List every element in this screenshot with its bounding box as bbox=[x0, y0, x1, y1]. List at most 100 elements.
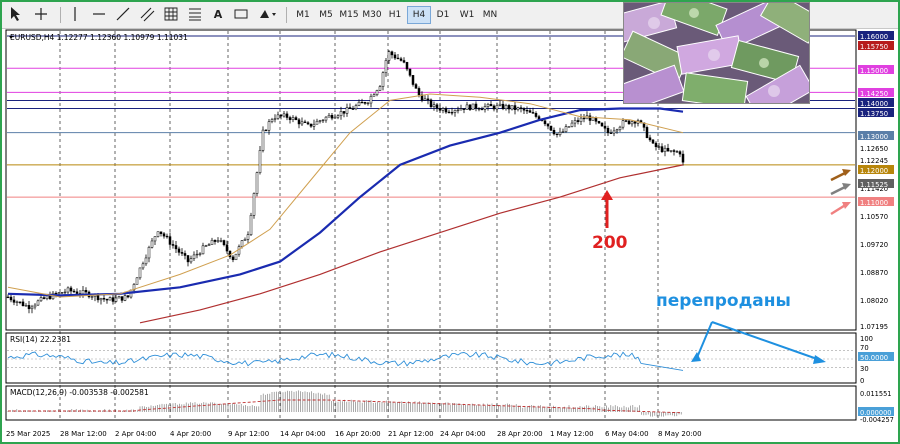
candle-body bbox=[345, 107, 349, 114]
candle-body bbox=[273, 118, 277, 120]
candle-body bbox=[504, 105, 508, 110]
candle-body bbox=[624, 120, 628, 122]
candle-body bbox=[303, 121, 307, 123]
candle-body bbox=[447, 111, 451, 114]
time-axis-label: 1 May 12:00 bbox=[550, 430, 594, 438]
candle-body bbox=[615, 129, 619, 132]
candle-body bbox=[375, 90, 379, 96]
candle-body bbox=[186, 255, 190, 263]
candle-body bbox=[330, 115, 334, 119]
candle-body bbox=[528, 110, 532, 113]
candle-body bbox=[255, 172, 259, 194]
candle-body bbox=[288, 117, 292, 120]
candle-body bbox=[381, 72, 385, 87]
candle-body bbox=[327, 115, 331, 118]
candle-body bbox=[492, 105, 496, 110]
price-axis: 1.16000 1.15750 1.15000 1.14250 1.14000 1.137… bbox=[858, 31, 894, 331]
candle-body bbox=[390, 51, 394, 56]
candle-body bbox=[141, 263, 145, 269]
candle-body bbox=[651, 139, 655, 144]
candle-body bbox=[84, 290, 88, 293]
candle-body bbox=[306, 122, 310, 125]
candle-body bbox=[606, 127, 610, 134]
price-label: 1.08870 bbox=[860, 269, 888, 277]
candle-body bbox=[534, 113, 538, 117]
candle-body bbox=[192, 254, 196, 259]
candle-body bbox=[318, 120, 322, 122]
candle-body bbox=[339, 111, 343, 116]
candle-body bbox=[519, 107, 523, 109]
candle-body bbox=[666, 147, 670, 152]
rsi-level-label: 0 bbox=[860, 377, 864, 385]
candle-body bbox=[462, 108, 466, 110]
rsi-level-label: 30 bbox=[860, 365, 869, 373]
candle-body bbox=[207, 244, 211, 246]
candle-body bbox=[396, 57, 400, 60]
price-label: 1.14000 bbox=[860, 100, 888, 108]
time-axis-label: 28 Mar 12:00 bbox=[60, 430, 107, 438]
candle-body bbox=[456, 109, 460, 112]
candle-body bbox=[363, 102, 367, 104]
candle-body bbox=[324, 116, 328, 121]
time-axis-label: 24 Apr 04:00 bbox=[440, 430, 486, 438]
candle-body bbox=[168, 236, 172, 245]
time-axis-label: 25 Mar 2025 bbox=[6, 430, 50, 438]
candle-body bbox=[282, 113, 286, 117]
candle-body bbox=[30, 306, 34, 310]
candle-body bbox=[39, 297, 43, 302]
price-label: 1.12650 bbox=[860, 145, 888, 153]
candle-body bbox=[99, 298, 103, 301]
candle-body bbox=[75, 291, 79, 294]
candle-body bbox=[354, 105, 358, 110]
rsi-level-label: 50.0000 bbox=[860, 354, 888, 362]
rsi-indicator: 10070 50.0000 30 0 bbox=[7, 335, 894, 385]
price-label: 1.15000 bbox=[860, 67, 888, 75]
candle-body bbox=[195, 253, 199, 256]
candle-body bbox=[609, 132, 613, 134]
candle-body bbox=[549, 125, 553, 131]
candle-body bbox=[543, 120, 547, 125]
price-label: 1.08020 bbox=[860, 297, 888, 305]
candle-body bbox=[18, 301, 22, 303]
price-label: 1.09720 bbox=[860, 241, 888, 249]
time-axis-label: 21 Apr 12:00 bbox=[388, 430, 434, 438]
candle-body bbox=[69, 287, 73, 292]
candle-body bbox=[600, 122, 604, 127]
candle-body bbox=[159, 231, 163, 234]
candle-body bbox=[81, 290, 85, 295]
time-axis-label: 6 May 04:00 bbox=[605, 430, 649, 438]
arrow-head-red-icon bbox=[601, 190, 613, 200]
candle-body bbox=[453, 110, 457, 113]
candle-body bbox=[42, 297, 46, 299]
candle-body bbox=[342, 111, 346, 114]
candle-body bbox=[663, 147, 667, 153]
candle-body bbox=[312, 123, 316, 127]
candle-body bbox=[588, 115, 592, 121]
moving-averages bbox=[7, 93, 684, 324]
candle-body bbox=[405, 62, 409, 70]
candle-body bbox=[60, 292, 64, 294]
candle-body bbox=[561, 131, 565, 133]
candle-body bbox=[594, 117, 598, 122]
time-axis-label: 28 Apr 20:00 bbox=[497, 430, 543, 438]
candle-body bbox=[252, 193, 256, 216]
candle-body bbox=[210, 239, 214, 245]
rsi-label: RSI(14) 22.2381 bbox=[10, 335, 71, 344]
candle-body bbox=[423, 98, 427, 101]
candle-body bbox=[147, 247, 151, 259]
candle-body bbox=[555, 133, 559, 136]
candle-body bbox=[552, 129, 556, 135]
money-banknotes-image bbox=[623, 2, 810, 104]
price-label: 1.12000 bbox=[860, 167, 888, 175]
candle-body bbox=[54, 292, 58, 295]
candle-body bbox=[411, 75, 415, 85]
candle-body bbox=[567, 126, 571, 128]
candle-body bbox=[570, 122, 574, 127]
candle-body bbox=[378, 86, 382, 91]
candle-body bbox=[480, 108, 484, 111]
candle-body bbox=[513, 105, 517, 111]
rsi-level-label: 70 bbox=[860, 344, 869, 352]
candle-body bbox=[189, 258, 193, 263]
candle-body bbox=[27, 305, 31, 310]
candle-body bbox=[366, 102, 370, 105]
